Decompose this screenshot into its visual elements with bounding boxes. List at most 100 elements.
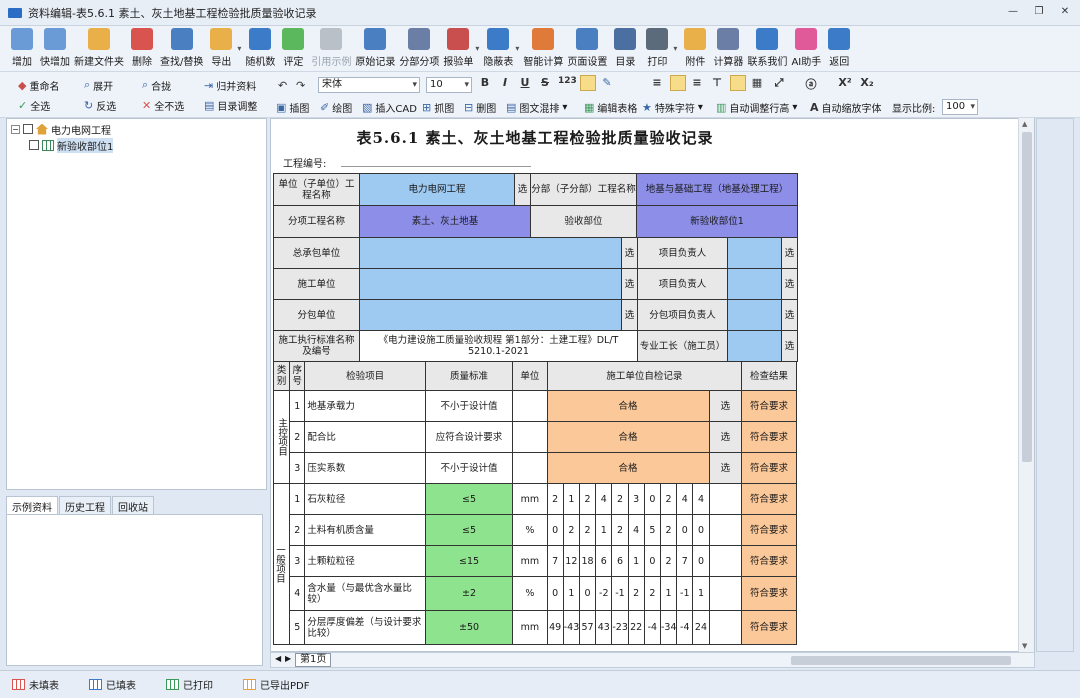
subscript-button[interactable]: X₂ — [860, 76, 874, 89]
page-setup-button[interactable]: 页面设置 — [567, 26, 607, 68]
valign-top-button[interactable]: ⊤ — [710, 76, 724, 89]
font-size-select[interactable]: 10 — [426, 77, 472, 93]
measured-value[interactable]: 57 — [579, 611, 595, 645]
pen-button[interactable]: 隐蔽表 — [483, 26, 513, 68]
part-value[interactable]: 新验收部位1 — [637, 206, 798, 238]
collapse-button[interactable]: ⌕合拢 — [142, 76, 171, 94]
tree-root[interactable]: − 电力电网工程 — [11, 121, 111, 137]
measured-value[interactable]: -43 — [563, 611, 579, 645]
measured-value[interactable]: 1 — [563, 484, 579, 515]
undo-button[interactable]: ↶ — [278, 76, 287, 94]
measured-value[interactable]: -1 — [677, 577, 693, 611]
delete-button[interactable]: 删除 — [128, 26, 156, 68]
sub-pick-button[interactable]: 选 — [622, 300, 638, 331]
measured-value[interactable]: 2 — [660, 515, 676, 546]
pm2-value[interactable] — [728, 269, 782, 300]
measured-value[interactable]: 2 — [547, 484, 563, 515]
measured-value[interactable]: -4 — [644, 611, 660, 645]
sheet-tab-1[interactable]: 第1页 — [295, 653, 331, 667]
measured-value[interactable]: 0 — [693, 546, 709, 577]
measured-value[interactable]: 0 — [677, 515, 693, 546]
foreman-pick-button[interactable]: 选 — [782, 331, 798, 362]
close-button[interactable]: ✕ — [1056, 5, 1074, 19]
insert-cad-button[interactable]: ▧插入CAD — [362, 98, 417, 116]
subitem-value[interactable]: 素土、灰土地基 — [360, 206, 531, 238]
division-value[interactable]: 地基与基础工程（地基处理工程） — [637, 174, 798, 206]
measured-value[interactable]: 0 — [644, 484, 660, 515]
dropdown-caret-icon[interactable]: ▾ — [673, 44, 677, 53]
dropdown-caret-icon[interactable]: ▾ — [237, 44, 241, 53]
sub-value[interactable] — [360, 300, 622, 331]
tree-child-checkbox[interactable] — [29, 140, 39, 150]
measured-value[interactable]: 0 — [547, 515, 563, 546]
zoom-select[interactable]: 100 — [942, 99, 978, 115]
measured-value[interactable]: 6 — [596, 546, 612, 577]
capture-button[interactable]: ⊞抓图 — [422, 98, 454, 116]
self-check-record[interactable]: 合格 — [547, 391, 709, 422]
measured-value[interactable]: 4 — [628, 515, 644, 546]
delete-picture-button[interactable]: ⊟删图 — [464, 98, 496, 116]
measured-value[interactable]: -2 — [596, 577, 612, 611]
printer-button[interactable]: 打印 — [643, 26, 671, 68]
measured-value[interactable]: 0 — [547, 577, 563, 611]
tab-examples[interactable]: 示例资料 — [6, 496, 58, 514]
line-style-button[interactable]: ⤢ — [772, 76, 786, 90]
self-check-record[interactable]: 合格 — [547, 453, 709, 484]
measured-value[interactable]: 49 — [547, 611, 563, 645]
measured-value[interactable]: 4 — [596, 484, 612, 515]
measured-value[interactable]: -23 — [612, 611, 628, 645]
record-pick-button[interactable]: 选 — [709, 391, 742, 422]
measured-value[interactable]: 2 — [612, 484, 628, 515]
pm-value[interactable] — [728, 238, 782, 269]
measured-value[interactable]: 2 — [579, 515, 595, 546]
self-check-record[interactable]: 合格 — [547, 422, 709, 453]
underline-button[interactable]: U — [518, 76, 532, 89]
measured-value[interactable]: -1 — [612, 577, 628, 611]
align-left-button[interactable]: ≡ — [650, 76, 664, 89]
add-page-button[interactable]: 增加 — [8, 26, 36, 68]
measured-value[interactable]: 12 — [563, 546, 579, 577]
record-pick-button[interactable]: 选 — [709, 422, 742, 453]
measured-value[interactable]: 2 — [579, 484, 595, 515]
ai-button[interactable]: AI助手 — [791, 26, 821, 68]
constructor-pick-button[interactable]: 选 — [622, 269, 638, 300]
scroll-thumb[interactable] — [1022, 132, 1032, 462]
italic-button[interactable]: I — [498, 76, 512, 89]
auto-row-height-button[interactable]: ▥自动调整行高▾ — [716, 98, 797, 116]
tab-history[interactable]: 历史工程 — [59, 496, 111, 514]
measured-value[interactable]: 4 — [693, 484, 709, 515]
minimize-button[interactable]: — — [1004, 5, 1022, 19]
tree-root-checkbox[interactable] — [23, 124, 33, 134]
circle-a-button[interactable]: ⓐ — [804, 76, 818, 92]
draw-button[interactable]: ✐绘图 — [320, 98, 352, 116]
form-button[interactable]: 报验单 — [443, 26, 473, 68]
check-result[interactable]: 符合要求 — [742, 422, 797, 453]
edit-table-button[interactable]: ▦编辑表格 — [584, 98, 637, 116]
unit-value[interactable]: 电力电网工程 — [360, 174, 515, 206]
sheet-next-icon[interactable]: ▶ — [285, 654, 291, 663]
record-pick-button[interactable]: 选 — [709, 453, 742, 484]
measured-value[interactable]: 0 — [693, 515, 709, 546]
measured-value[interactable]: 0 — [579, 577, 595, 611]
expand-button[interactable]: ⌕展开 — [84, 76, 113, 94]
measured-value[interactable]: 24 — [693, 611, 709, 645]
check-result[interactable]: 符合要求 — [742, 611, 797, 645]
measured-value[interactable]: 1 — [628, 546, 644, 577]
random-button[interactable]: 随机数 — [245, 26, 275, 68]
foreman-value[interactable] — [728, 331, 782, 362]
catalog-adjust-button[interactable]: ▤目录调整 — [204, 96, 257, 114]
invert-select-button[interactable]: ↻反选 — [84, 96, 116, 114]
measured-value[interactable]: 2 — [660, 484, 676, 515]
brush-icon[interactable]: ✎ — [600, 76, 614, 89]
sheet-prev-icon[interactable]: ◀ — [275, 654, 281, 663]
constructor-value[interactable] — [360, 269, 622, 300]
list-button[interactable]: 分部分项 — [399, 26, 439, 68]
quick-add-button[interactable]: 快增加 — [40, 26, 70, 68]
contractor-value[interactable] — [360, 238, 622, 269]
project-no-field[interactable] — [341, 166, 531, 167]
measured-value[interactable]: 7 — [677, 546, 693, 577]
measured-value[interactable]: 18 — [579, 546, 595, 577]
measured-value[interactable]: 43 — [596, 611, 612, 645]
catalog-button[interactable]: 目录 — [611, 26, 639, 68]
attachment-button[interactable]: 附件 — [681, 26, 709, 68]
